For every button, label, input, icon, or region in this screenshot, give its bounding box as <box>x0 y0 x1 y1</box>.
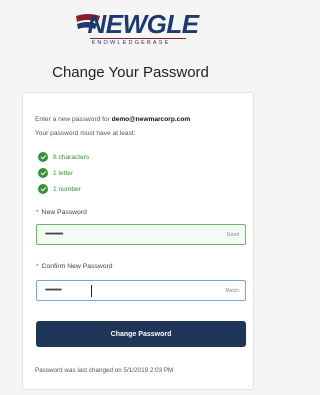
new-password-value: •••••••••••• <box>45 231 63 238</box>
new-password-label: * New Password <box>36 209 87 216</box>
confirm-password-field[interactable]: ••••••••••• Match <box>36 280 246 301</box>
password-match-status: Match <box>225 288 239 294</box>
brand-logo: NEWGLE KNOWLEDGEBASE <box>0 10 261 52</box>
check-circle-icon <box>38 152 48 162</box>
brand-rule <box>89 38 186 39</box>
account-email: demo@newmarcorp.com <box>111 116 191 123</box>
required-marker: * <box>36 209 39 216</box>
required-marker: * <box>36 263 39 270</box>
new-password-field[interactable]: •••••••••••• Good <box>36 224 246 245</box>
requirement-item: 8 characters <box>38 152 90 162</box>
requirement-label: 1 letter <box>53 170 74 177</box>
page-title: Change Your Password <box>52 64 209 81</box>
requirement-label: 1 number <box>53 186 81 193</box>
brand-name: NEWGLE <box>87 9 200 39</box>
instructions-prefix: Enter a new password for <box>35 116 110 123</box>
check-circle-icon <box>38 184 48 194</box>
last-changed-note: Password was last changed on 5/1/2019 2:… <box>35 367 174 374</box>
instructions-text: Enter a new password for demo@newmarcorp… <box>35 116 190 123</box>
confirm-password-value: ••••••••••• <box>45 287 62 294</box>
password-strength: Good <box>226 232 239 238</box>
change-password-button[interactable]: Change Password <box>36 321 246 347</box>
brand-tagline: KNOWLEDGEBASE <box>91 40 171 46</box>
password-form-card: Enter a new password for demo@newmarcorp… <box>22 92 254 390</box>
check-circle-icon <box>38 168 48 178</box>
confirm-password-label: * Confirm New Password <box>36 263 113 270</box>
text-caret <box>91 285 92 297</box>
requirement-item: 1 letter <box>38 168 74 178</box>
requirements-intro: Your password must have at least: <box>35 130 136 137</box>
requirement-label: 8 characters <box>53 154 90 161</box>
requirement-item: 1 number <box>38 184 81 194</box>
